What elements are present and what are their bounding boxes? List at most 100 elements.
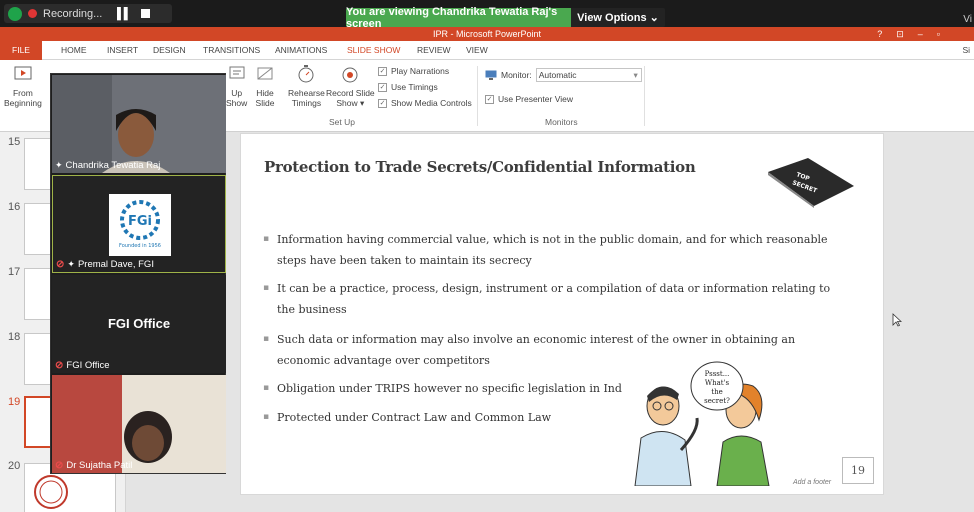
hide-slide-icon <box>257 67 273 80</box>
pin-icon: ✦ <box>67 259 75 269</box>
stop-recording-icon[interactable] <box>140 9 150 18</box>
tab-slide-show[interactable]: SLIDE SHOW <box>347 41 400 60</box>
slide-bullet-text: It can be a practice, process, design, i… <box>277 282 831 316</box>
participant-gallery: ✦ Chandrika Tewatia Raj FGi Founded in 19… <box>50 73 226 474</box>
tab-home[interactable]: HOME <box>61 41 87 60</box>
use-presenter-view-checkbox[interactable]: ✓ Use Presenter View <box>485 94 573 104</box>
use-timings-checkbox[interactable]: ✓ Use Timings <box>378 82 438 92</box>
group-separator <box>477 66 478 126</box>
slide-footer: Add a footer <box>793 479 832 486</box>
monitors-group-label: Monitors <box>545 117 578 127</box>
window-title: IPR - Microsoft PowerPoint <box>432 29 542 39</box>
tab-transitions[interactable]: TRANSITIONS <box>203 41 260 60</box>
pause-recording-icon[interactable]: ▌▌ <box>117 8 132 20</box>
hide-slide-label-2: Slide <box>255 98 275 108</box>
participant-video <box>52 75 226 173</box>
speech-bubble-line: Pssst... <box>705 370 730 378</box>
help-icon[interactable]: ? <box>877 27 882 41</box>
slide-bullet: ▪ Information having commercial value, wh… <box>263 229 843 271</box>
current-slide[interactable]: Protection to Trade Secrets/Confidential… <box>240 133 884 495</box>
rehearse-timings-button[interactable]: Rehearse Timings <box>288 64 325 108</box>
hide-slide-label-1: Hide <box>256 88 274 98</box>
shield-icon[interactable] <box>8 6 22 21</box>
speech-bubble-line: What's <box>705 379 730 387</box>
from-beginning-label-2: Beginning <box>4 98 42 108</box>
record-dot-icon <box>28 9 37 18</box>
thumbnail-number: 16 <box>8 201 21 213</box>
whisper-cartoon-image: Pssst... What's the secret? <box>634 361 770 486</box>
recording-label: Recording... <box>43 7 103 20</box>
participant-tile[interactable]: ✦ Chandrika Tewatia Raj <box>52 75 226 173</box>
participant-name-text: Premal Dave, FGI <box>77 259 154 270</box>
view-toggle[interactable]: Vi <box>963 14 972 25</box>
speech-bubble-line: secret? <box>704 397 730 405</box>
ribbon-display-icon[interactable]: ⊡ <box>896 27 904 41</box>
slide-title: Protection to Trade Secrets/Confidential… <box>264 158 696 176</box>
muted-mic-icon: ⊘ <box>55 460 64 471</box>
bullet-dot: ▪ <box>263 334 270 344</box>
powerpoint-title-bar: IPR - Microsoft PowerPoint ? ⊡ – ▫ <box>0 27 974 41</box>
record-icon <box>342 67 358 83</box>
tab-review[interactable]: REVIEW <box>417 41 451 60</box>
muted-mic-icon: ⊘ <box>55 360 64 371</box>
thumbnail-number: 17 <box>8 266 21 278</box>
group-separator <box>644 66 645 126</box>
stamp-icon <box>34 475 68 509</box>
participant-tile[interactable]: FGI Office ⊘ FGI Office <box>52 275 226 373</box>
recording-indicator: Recording... ▌▌ <box>4 4 172 23</box>
participant-video <box>52 375 226 473</box>
muted-mic-icon: ⊘ <box>56 259 65 270</box>
set-up-show-label-2: Show <box>226 98 248 108</box>
checkmark-icon: ✓ <box>378 98 387 108</box>
participant-display-name: FGI Office <box>107 316 171 331</box>
thumbnail-number-selected: 19 <box>8 396 21 408</box>
monitor-select[interactable]: Automatic <box>535 68 642 82</box>
restore-icon[interactable]: ▫ <box>937 27 940 41</box>
fgi-logo-text: FGi <box>128 214 152 229</box>
stopwatch-icon <box>298 65 314 83</box>
slide-page-number: 19 <box>842 457 874 484</box>
record-slide-show-label-1: Record Slide <box>326 88 375 98</box>
tab-animations[interactable]: ANIMATIONS <box>275 41 327 60</box>
tab-file[interactable]: FILE <box>0 41 42 60</box>
sign-in-link[interactable]: Si <box>962 41 970 60</box>
bullet-dot: ▪ <box>263 283 270 293</box>
participant-tile[interactable]: FGi Founded in 1956 ⊘ ✦ Premal Dave, FGI <box>52 175 226 273</box>
fgi-logo-subtext: Founded in 1956 <box>119 243 161 249</box>
tab-design[interactable]: DESIGN <box>153 41 186 60</box>
tab-insert[interactable]: INSERT <box>107 41 138 60</box>
set-up-show-label-1: Up <box>231 88 243 98</box>
show-media-controls-label: Show Media Controls <box>391 98 472 108</box>
thumbnail-number: 20 <box>8 460 21 472</box>
participant-name: ⊘ Dr Sujatha Patil <box>55 460 132 471</box>
record-slide-show-label-2: Show ▾ <box>336 98 365 108</box>
show-media-controls-checkbox[interactable]: ✓ Show Media Controls <box>378 98 472 108</box>
from-beginning-label-1: From <box>12 88 33 98</box>
minimize-icon[interactable]: – <box>918 27 923 41</box>
viewing-screen-banner: You are viewing Chandrika Tewatia Raj's … <box>346 6 571 30</box>
tab-view[interactable]: VIEW <box>466 41 488 60</box>
bullet-dot: ▪ <box>263 412 270 422</box>
participant-name: ⊘ FGI Office <box>55 360 110 371</box>
view-options-button[interactable]: View Options ⌄ <box>571 8 665 27</box>
use-presenter-view-label: Use Presenter View <box>498 94 573 104</box>
checkmark-icon: ✓ <box>378 82 387 92</box>
ribbon-tabs: FILE HOME INSERT DESIGN TRANSITIONS ANIM… <box>0 41 974 60</box>
fgi-logo: FGi Founded in 1956 <box>109 194 171 256</box>
rehearse-timings-label-2: Timings <box>291 98 322 108</box>
monitor-label: Monitor: <box>501 70 532 80</box>
hide-slide-button[interactable]: Hide Slide <box>255 64 275 108</box>
set-up-show-button[interactable]: Up Show <box>226 64 247 108</box>
participant-name: ⊘ ✦ Premal Dave, FGI <box>56 259 154 270</box>
participant-name: ✦ Chandrika Tewatia Raj <box>55 160 160 171</box>
play-narrations-checkbox[interactable]: ✓ Play Narrations <box>378 66 449 76</box>
participant-tile[interactable]: ⊘ Dr Sujatha Patil <box>52 375 226 473</box>
setup-show-icon <box>229 66 245 79</box>
monitor-icon <box>485 70 497 80</box>
setup-group-label: Set Up <box>329 117 355 127</box>
bullet-dot: ▪ <box>263 383 270 393</box>
slide-bullet: ▪ It can be a practice, process, design, … <box>263 278 843 320</box>
record-slide-show-button[interactable]: Record Slide Show ▾ <box>326 64 375 108</box>
speech-bubble-line: the <box>711 388 722 396</box>
from-beginning-button[interactable]: From Beginning <box>4 64 42 108</box>
